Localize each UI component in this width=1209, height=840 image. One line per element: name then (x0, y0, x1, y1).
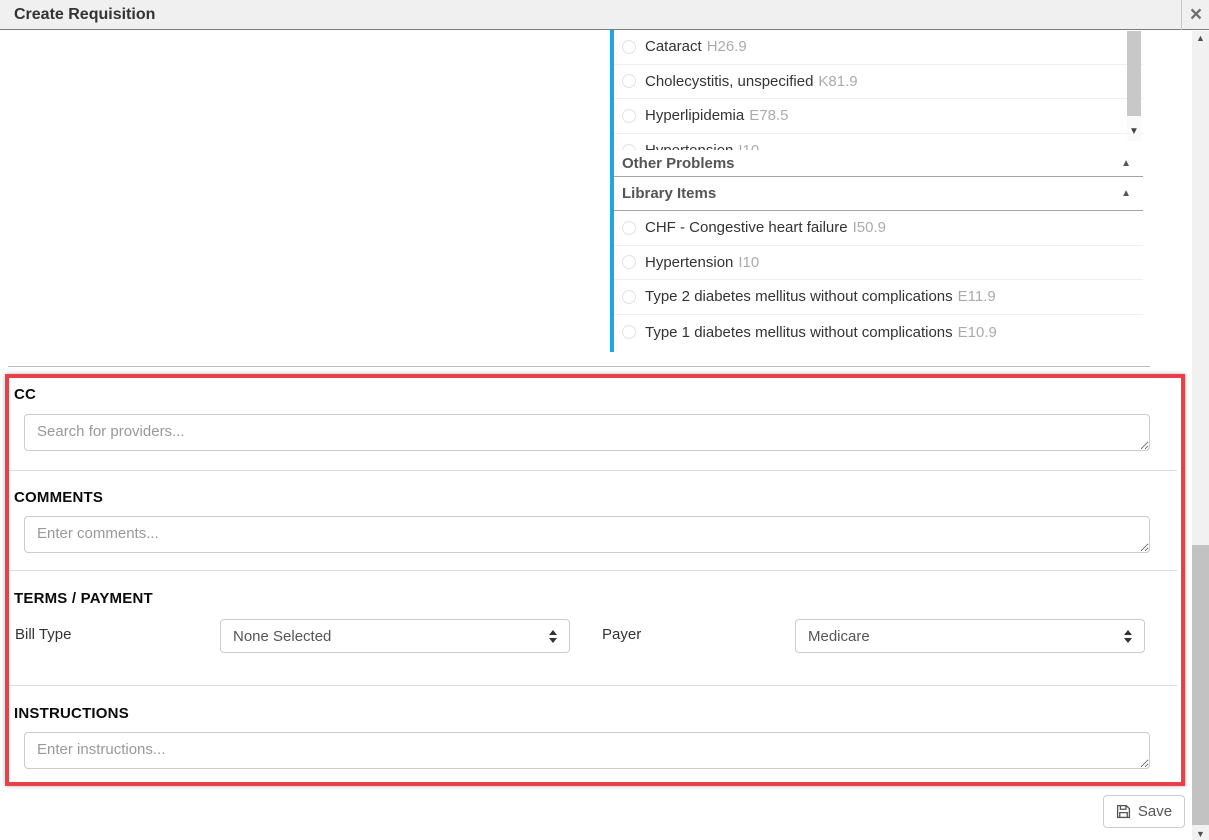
modal-header: Create Requisition × (0, 0, 1209, 30)
header-divider (1181, 0, 1182, 30)
updown-arrows-icon (1124, 630, 1132, 643)
main-scrollbar[interactable]: ▲ ▼ (1192, 31, 1209, 840)
payer-select[interactable]: Medicare (795, 619, 1145, 653)
radio-icon[interactable] (622, 255, 636, 269)
radio-icon[interactable] (622, 325, 636, 339)
divider (9, 685, 1177, 686)
library-items-list: CHF - Congestive heart failure I50.9 Hyp… (614, 211, 1143, 349)
diagnosis-scroll-list: Cataract H26.9 Cholecystitis, unspecifie… (614, 30, 1143, 150)
list-item[interactable]: Hyperlipidemia E78.5 (614, 99, 1143, 134)
scroll-down-icon[interactable]: ▼ (1192, 829, 1209, 839)
payer-label: Payer (602, 626, 641, 644)
bill-type-select[interactable]: None Selected (220, 619, 570, 653)
instructions-input[interactable] (24, 732, 1150, 769)
radio-icon[interactable] (622, 74, 636, 88)
chevron-up-icon[interactable]: ▲ (1121, 188, 1131, 199)
create-requisition-modal: Create Requisition × ▲ ▼ Cataract H26.9 … (0, 0, 1209, 840)
bill-type-label: Bill Type (15, 626, 71, 644)
divider (9, 470, 1177, 471)
radio-icon[interactable] (622, 109, 636, 123)
updown-arrows-icon (549, 630, 557, 643)
comments-input[interactable] (24, 516, 1150, 553)
terms-payment-label: TERMS / PAYMENT (14, 590, 153, 608)
chevron-up-icon[interactable]: ▲ (1121, 158, 1131, 169)
close-icon[interactable]: × (1183, 0, 1209, 30)
save-button[interactable]: Save (1103, 795, 1185, 828)
section-other-problems[interactable]: Other Problems ▲ (614, 150, 1143, 177)
list-item[interactable]: Cataract H26.9 (614, 30, 1143, 65)
list-item[interactable]: Hypertension I10 (614, 134, 1143, 151)
list-item[interactable]: Hypertension I10 (614, 246, 1143, 281)
cc-search-input[interactable] (24, 414, 1150, 451)
comments-label: COMMENTS (14, 489, 103, 507)
list-item[interactable]: CHF - Congestive heart failure I50.9 (614, 211, 1143, 246)
radio-icon[interactable] (622, 40, 636, 54)
divider (9, 570, 1177, 571)
divider (8, 366, 1150, 367)
main-scrollbar-thumb[interactable] (1192, 545, 1209, 825)
instructions-label: INSTRUCTIONS (14, 705, 129, 723)
scroll-up-icon[interactable]: ▲ (1192, 33, 1209, 43)
diagnosis-list-scrollbar[interactable] (1127, 31, 1141, 141)
list-item[interactable]: Cholecystitis, unspecified K81.9 (614, 65, 1143, 100)
section-library-items[interactable]: Library Items ▲ (614, 177, 1143, 211)
list-item[interactable]: Type 1 diabetes mellitus without complic… (614, 315, 1143, 350)
floppy-disk-icon (1116, 804, 1131, 819)
page-title: Create Requisition (0, 6, 155, 24)
radio-icon[interactable] (622, 290, 636, 304)
cc-label: CC (14, 386, 36, 404)
list-item[interactable]: Type 2 diabetes mellitus without complic… (614, 280, 1143, 315)
save-button-label: Save (1138, 803, 1172, 820)
diagnosis-list-scrollbar-thumb[interactable] (1127, 31, 1141, 116)
radio-icon[interactable] (622, 221, 636, 235)
scroll-down-icon[interactable]: ▼ (1127, 126, 1141, 137)
